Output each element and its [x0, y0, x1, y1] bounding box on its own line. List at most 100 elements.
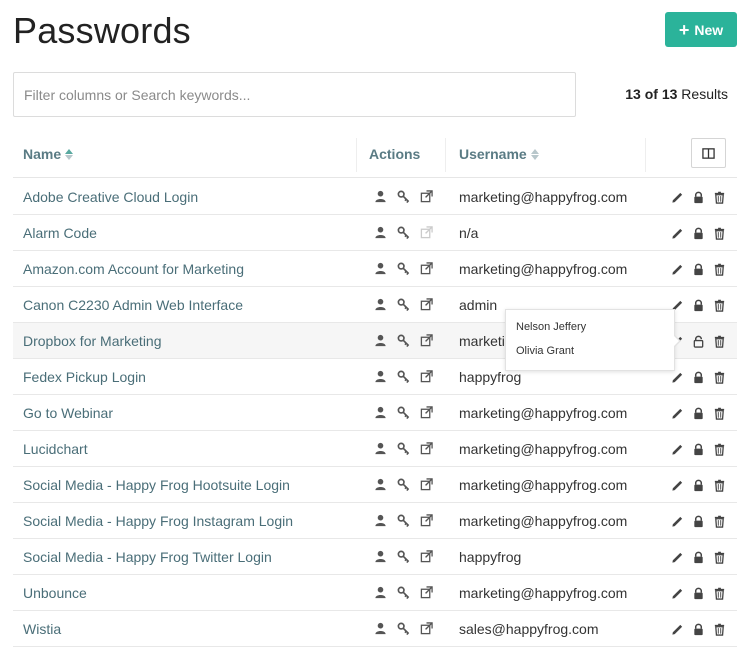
column-toggle-button[interactable] [691, 138, 726, 168]
trash-icon[interactable] [712, 370, 726, 384]
external-link-icon[interactable] [419, 621, 433, 635]
sort-icon[interactable] [65, 148, 74, 160]
table-row[interactable]: Wistia sales@happyfrog.com [13, 611, 737, 647]
external-link-icon[interactable] [419, 477, 433, 491]
external-link-icon[interactable] [419, 261, 433, 275]
pencil-icon[interactable] [670, 550, 684, 564]
external-link-icon[interactable] [419, 549, 433, 563]
pencil-icon[interactable] [670, 478, 684, 492]
trash-icon[interactable] [712, 550, 726, 564]
key-icon[interactable] [396, 189, 410, 203]
table-row[interactable]: Social Media - Happy Frog Twitter Login h… [13, 539, 737, 575]
column-header-username[interactable]: Username [459, 146, 539, 162]
new-password-button[interactable]: + New [665, 12, 737, 47]
pencil-icon[interactable] [670, 190, 684, 204]
password-name-link[interactable]: Wistia [23, 621, 61, 637]
lock-icon[interactable] [691, 478, 705, 492]
password-name-link[interactable]: Social Media - Happy Frog Instagram Logi… [23, 513, 293, 529]
key-icon[interactable] [396, 585, 410, 599]
trash-icon[interactable] [712, 586, 726, 600]
pencil-icon[interactable] [670, 622, 684, 636]
key-icon[interactable] [396, 441, 410, 455]
table-row[interactable]: Lucidchart marketing@happyfrog.com [13, 431, 737, 467]
external-link-icon[interactable] [419, 297, 433, 311]
password-name-link[interactable]: Amazon.com Account for Marketing [23, 261, 244, 277]
table-row[interactable]: Unbounce marketing@happyfrog.com [13, 575, 737, 611]
pencil-icon[interactable] [670, 226, 684, 240]
external-link-icon[interactable] [419, 513, 433, 527]
user-icon[interactable] [373, 549, 387, 563]
user-icon[interactable] [373, 513, 387, 527]
password-name-link[interactable]: Adobe Creative Cloud Login [23, 189, 198, 205]
key-icon[interactable] [396, 513, 410, 527]
lock-icon[interactable] [691, 406, 705, 420]
external-link-icon[interactable] [419, 585, 433, 599]
external-link-icon[interactable] [419, 189, 433, 203]
trash-icon[interactable] [712, 478, 726, 492]
key-icon[interactable] [396, 261, 410, 275]
user-icon[interactable] [373, 297, 387, 311]
search-input[interactable] [13, 72, 576, 117]
key-icon[interactable] [396, 297, 410, 311]
password-name-link[interactable]: Lucidchart [23, 441, 88, 457]
trash-icon[interactable] [712, 406, 726, 420]
table-row[interactable]: Amazon.com Account for Marketing marketin… [13, 251, 737, 287]
key-icon[interactable] [396, 405, 410, 419]
password-name-link[interactable]: Canon C2230 Admin Web Interface [23, 297, 243, 313]
trash-icon[interactable] [712, 442, 726, 456]
lock-icon[interactable] [691, 298, 705, 312]
user-icon[interactable] [373, 621, 387, 635]
table-row[interactable]: Go to Webinar marketing@happyfrog.com [13, 395, 737, 431]
table-row[interactable]: Alarm Code n/a [13, 215, 737, 251]
table-row[interactable]: Social Media - Happy Frog Instagram Logi… [13, 503, 737, 539]
pencil-icon[interactable] [670, 406, 684, 420]
trash-icon[interactable] [712, 622, 726, 636]
user-icon[interactable] [373, 477, 387, 491]
password-name-link[interactable]: Go to Webinar [23, 405, 113, 421]
lock-icon[interactable] [691, 586, 705, 600]
pencil-icon[interactable] [670, 586, 684, 600]
user-icon[interactable] [373, 369, 387, 383]
pencil-icon[interactable] [670, 514, 684, 528]
trash-icon[interactable] [712, 514, 726, 528]
password-name-link[interactable]: Alarm Code [23, 225, 97, 241]
external-link-icon[interactable] [419, 369, 433, 383]
user-icon[interactable] [373, 225, 387, 239]
user-icon[interactable] [373, 333, 387, 347]
pencil-icon[interactable] [670, 262, 684, 276]
key-icon[interactable] [396, 369, 410, 383]
key-icon[interactable] [396, 225, 410, 239]
lock-icon[interactable] [691, 550, 705, 564]
lock-icon[interactable] [691, 622, 705, 636]
password-name-link[interactable]: Fedex Pickup Login [23, 369, 146, 385]
sort-icon[interactable] [530, 148, 539, 160]
key-icon[interactable] [396, 333, 410, 347]
lock-icon[interactable] [691, 370, 705, 384]
pencil-icon[interactable] [670, 442, 684, 456]
key-icon[interactable] [396, 477, 410, 491]
pencil-icon[interactable] [670, 370, 684, 384]
trash-icon[interactable] [712, 334, 726, 348]
password-name-link[interactable]: Unbounce [23, 585, 87, 601]
key-icon[interactable] [396, 549, 410, 563]
password-name-link[interactable]: Social Media - Happy Frog Twitter Login [23, 549, 272, 565]
table-row[interactable]: Adobe Creative Cloud Login marketing@happ… [13, 179, 737, 215]
table-row[interactable]: Social Media - Happy Frog Hootsuite Logi… [13, 467, 737, 503]
popover-user-item[interactable]: Nelson Jeffery [516, 319, 664, 343]
user-icon[interactable] [373, 405, 387, 419]
key-icon[interactable] [396, 621, 410, 635]
column-header-name[interactable]: Name [23, 146, 74, 162]
external-link-icon[interactable] [419, 405, 433, 419]
user-icon[interactable] [373, 189, 387, 203]
popover-user-item[interactable]: Olivia Grant [516, 343, 664, 367]
lock-icon[interactable] [691, 226, 705, 240]
user-icon[interactable] [373, 441, 387, 455]
trash-icon[interactable] [712, 226, 726, 240]
lock-icon[interactable] [691, 190, 705, 204]
lock-icon[interactable] [691, 262, 705, 276]
unlock-icon[interactable] [691, 334, 705, 348]
user-icon[interactable] [373, 585, 387, 599]
lock-icon[interactable] [691, 514, 705, 528]
lock-icon[interactable] [691, 442, 705, 456]
trash-icon[interactable] [712, 190, 726, 204]
